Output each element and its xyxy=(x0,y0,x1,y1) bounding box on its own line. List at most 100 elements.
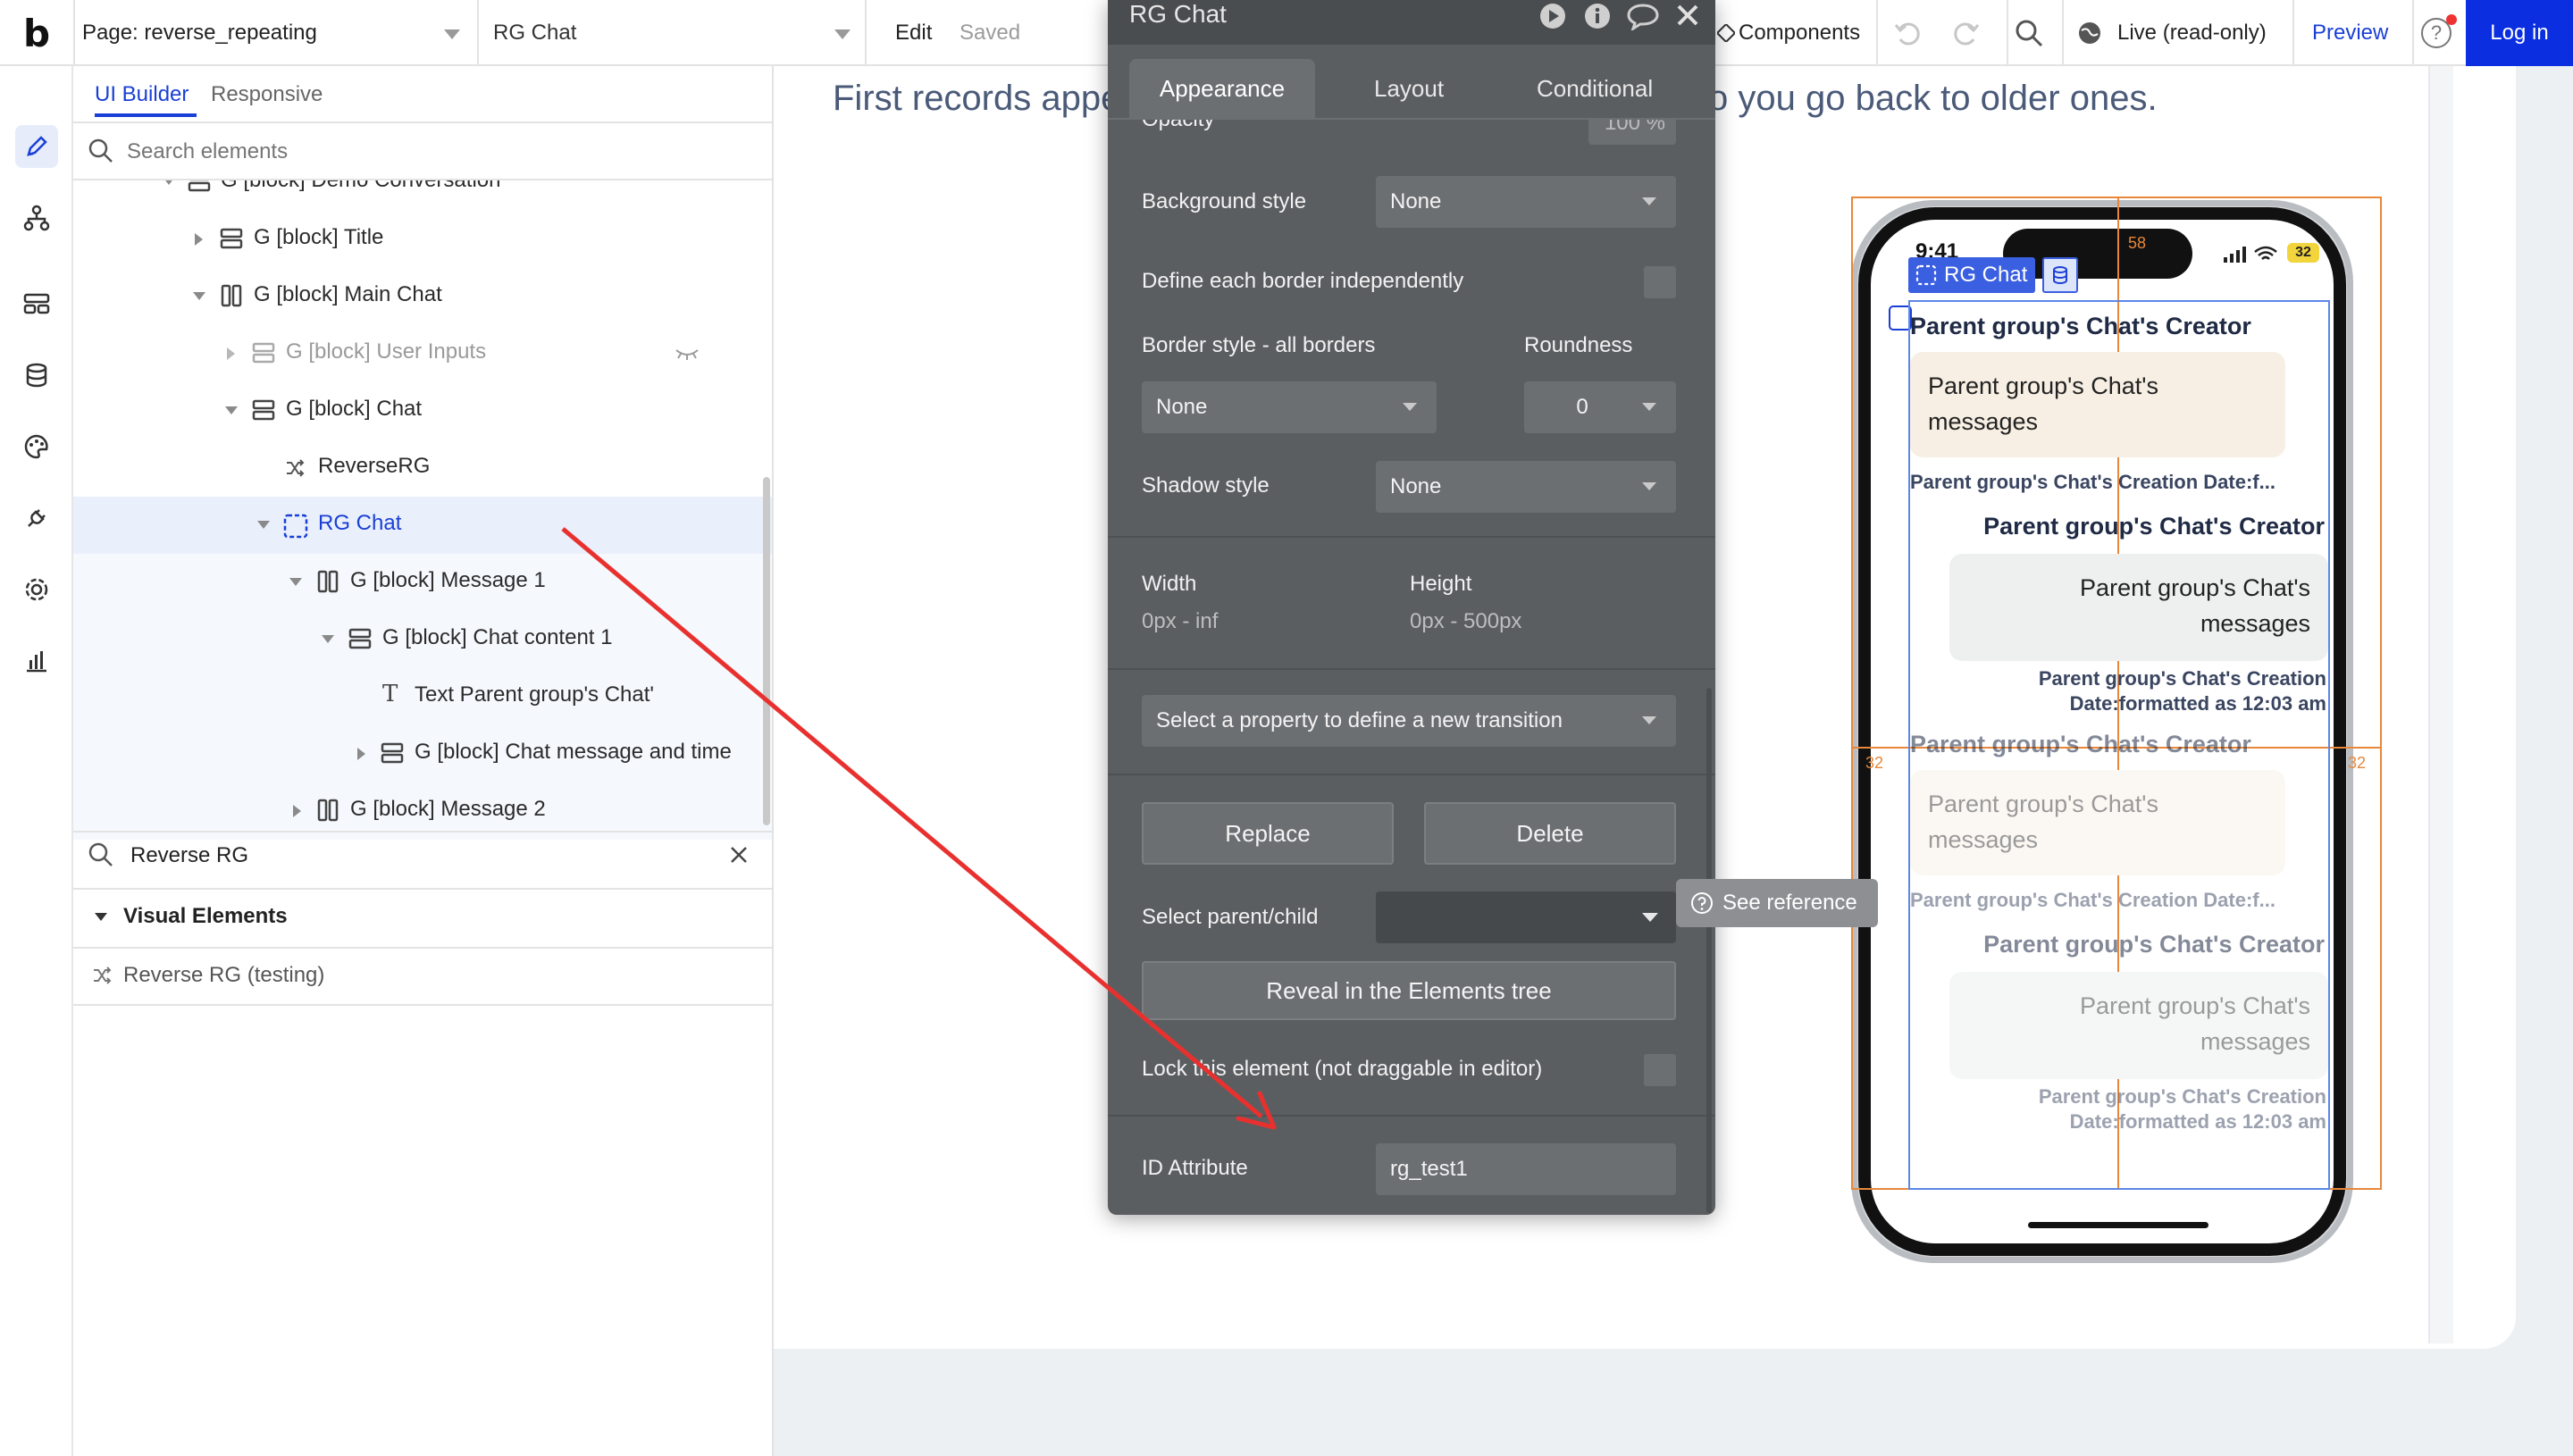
tab-ui-builder[interactable]: UI Builder xyxy=(95,82,189,107)
border-style-dropdown[interactable]: None xyxy=(1142,381,1437,433)
play-icon[interactable] xyxy=(1538,2,1567,35)
element-selector[interactable]: RG Chat xyxy=(477,0,865,66)
id-attribute-input[interactable]: rg_test1 xyxy=(1376,1143,1676,1195)
tree-row-label: G [block] Chat xyxy=(286,397,423,421)
rg-data-source-icon[interactable] xyxy=(2042,257,2078,293)
rg-chat-badge-label: RG Chat xyxy=(1944,263,2028,287)
background-style-dropdown[interactable]: None xyxy=(1376,176,1676,228)
tree-row-demo-conversation[interactable]: G [block] Demo Conversation xyxy=(73,180,772,211)
row-group-icon xyxy=(317,570,339,593)
collapse-caret xyxy=(193,292,205,300)
shadow-style-dropdown[interactable]: None xyxy=(1376,461,1676,513)
tab-responsive[interactable]: Responsive xyxy=(211,82,323,107)
chevron-down-icon xyxy=(1642,913,1658,922)
clear-search-icon[interactable] xyxy=(729,845,749,869)
settings-tab-icon[interactable] xyxy=(15,568,58,611)
property-scrollbar[interactable] xyxy=(1706,688,1712,1213)
transition-dropdown[interactable]: Select a property to define a new transi… xyxy=(1142,695,1676,747)
expand-caret xyxy=(357,748,365,760)
repeating-group-icon xyxy=(1915,264,1937,286)
guide-top-value: 58 xyxy=(2128,234,2147,252)
tree-row-chat[interactable]: G [block] Chat xyxy=(73,382,772,439)
active-tab-indicator xyxy=(95,113,197,117)
styles-tab-icon[interactable] xyxy=(15,282,58,325)
group-icon xyxy=(348,628,372,649)
tree-row-main-chat[interactable]: G [block] Main Chat xyxy=(73,268,772,325)
width-value: 0px - inf xyxy=(1142,609,1219,633)
roundness-input[interactable]: 0 xyxy=(1524,381,1676,433)
shadow-style-value: None xyxy=(1390,474,1442,498)
group-icon xyxy=(381,742,404,764)
replace-button[interactable]: Replace xyxy=(1142,802,1394,865)
design-tab-icon[interactable] xyxy=(15,125,58,168)
tab-layout[interactable]: Layout xyxy=(1374,75,1444,103)
lock-element-checkbox[interactable] xyxy=(1644,1054,1676,1086)
divider xyxy=(1108,536,1715,538)
reveal-in-tree-button[interactable]: Reveal in the Elements tree xyxy=(1142,961,1676,1020)
see-reference-button[interactable]: See reference xyxy=(1676,879,1878,927)
elements-panel: UI Builder Responsive G [block] Demo Con… xyxy=(73,66,774,1456)
components-button[interactable]: Components xyxy=(1739,0,1860,66)
log-in-button[interactable]: Log in xyxy=(2466,0,2573,66)
redo-icon[interactable] xyxy=(1951,0,1982,66)
tree-row-chat-message-time[interactable]: G [block] Chat message and time xyxy=(73,725,772,782)
chat-date-line-1: Parent group's Chat's Creation xyxy=(2038,667,2326,690)
chat-message-bubble: Parent group's Chat's messages xyxy=(1949,554,2328,661)
tree-row-title[interactable]: G [block] Title xyxy=(73,211,772,268)
chat-message-bubble: Parent group's Chat's messages xyxy=(1949,972,2328,1079)
tree-row-message-1[interactable]: G [block] Message 1 xyxy=(73,554,772,611)
divider xyxy=(73,831,772,833)
info-icon[interactable] xyxy=(1583,2,1612,35)
group-icon xyxy=(252,342,275,364)
hidden-eye-icon[interactable] xyxy=(674,345,700,363)
help-icon[interactable]: ? xyxy=(2421,0,2457,66)
close-icon[interactable] xyxy=(1676,4,1699,31)
opacity-input[interactable]: 100 % xyxy=(1588,120,1676,145)
page-heading-right: o you go back to older ones. xyxy=(1708,79,2158,118)
tree-row-rg-chat-selected[interactable]: RG Chat xyxy=(73,497,772,554)
tab-conditional[interactable]: Conditional xyxy=(1537,75,1653,103)
page-selector[interactable]: Page: reverse_repeating xyxy=(73,0,477,66)
workflow-tab-icon[interactable] xyxy=(15,197,58,239)
rg-chat-badge[interactable]: RG Chat xyxy=(1908,257,2035,293)
chat-message-bubble: Parent group's Chat's messages xyxy=(1910,770,2285,875)
globe-icon xyxy=(2076,0,2103,66)
search-icon[interactable] xyxy=(2014,0,2044,66)
tree-scrollbar[interactable] xyxy=(763,477,770,825)
parent-child-label: Select parent/child xyxy=(1142,905,1319,929)
section-caret[interactable] xyxy=(95,913,107,921)
comment-icon[interactable] xyxy=(1626,2,1660,35)
tree-row-reverserg[interactable]: ReverseRG xyxy=(73,439,772,497)
tree-row-label: ReverseRG xyxy=(318,454,431,478)
visual-elements-section[interactable]: Visual Elements xyxy=(123,904,288,929)
parent-child-dropdown[interactable] xyxy=(1376,891,1676,943)
search-elements-input[interactable] xyxy=(127,134,752,170)
divider xyxy=(1108,668,1715,670)
tree-row-chat-content-1[interactable]: G [block] Chat content 1 xyxy=(73,611,772,668)
bubble-logo[interactable]: b xyxy=(0,0,73,66)
logs-tab-icon[interactable] xyxy=(15,640,58,682)
roundness-value: 0 xyxy=(1576,395,1588,419)
border-independent-label: Define each border independently xyxy=(1142,269,1464,293)
database-tab-icon[interactable] xyxy=(15,354,58,397)
tree-row-text-parent[interactable]: T Text Parent group's Chat' xyxy=(73,668,772,725)
border-independent-checkbox[interactable] xyxy=(1644,266,1676,298)
preview-button[interactable]: Preview xyxy=(2312,0,2388,66)
delete-button[interactable]: Delete xyxy=(1424,802,1676,865)
tab-appearance[interactable]: Appearance xyxy=(1129,59,1315,118)
plugin-tab-icon[interactable] xyxy=(15,497,58,540)
chat-creator-name: Parent group's Chat's Creator xyxy=(1910,313,2251,339)
live-mode-button[interactable]: Live (read-only) xyxy=(2117,0,2267,66)
shadow-style-label: Shadow style xyxy=(1142,473,1270,498)
tree-row-label: G [block] Chat content 1 xyxy=(382,625,613,649)
tree-row-label: Text Parent group's Chat' xyxy=(415,682,654,707)
search-result-reverse-rg[interactable]: Reverse RG (testing) xyxy=(123,963,324,988)
chevron-down-icon xyxy=(1403,403,1417,411)
tree-row-user-inputs[interactable]: G [block] User Inputs xyxy=(73,325,772,382)
chat-date: Parent group's Chat's Creation Date:f... xyxy=(1910,471,2275,493)
undo-icon[interactable] xyxy=(1892,0,1923,66)
reverse-rg-search-input[interactable]: Reverse RG xyxy=(130,843,248,868)
tree-row-label: G [block] User Inputs xyxy=(286,339,487,364)
palette-tab-icon[interactable] xyxy=(15,425,58,468)
edit-menu[interactable]: Edit xyxy=(895,0,932,66)
